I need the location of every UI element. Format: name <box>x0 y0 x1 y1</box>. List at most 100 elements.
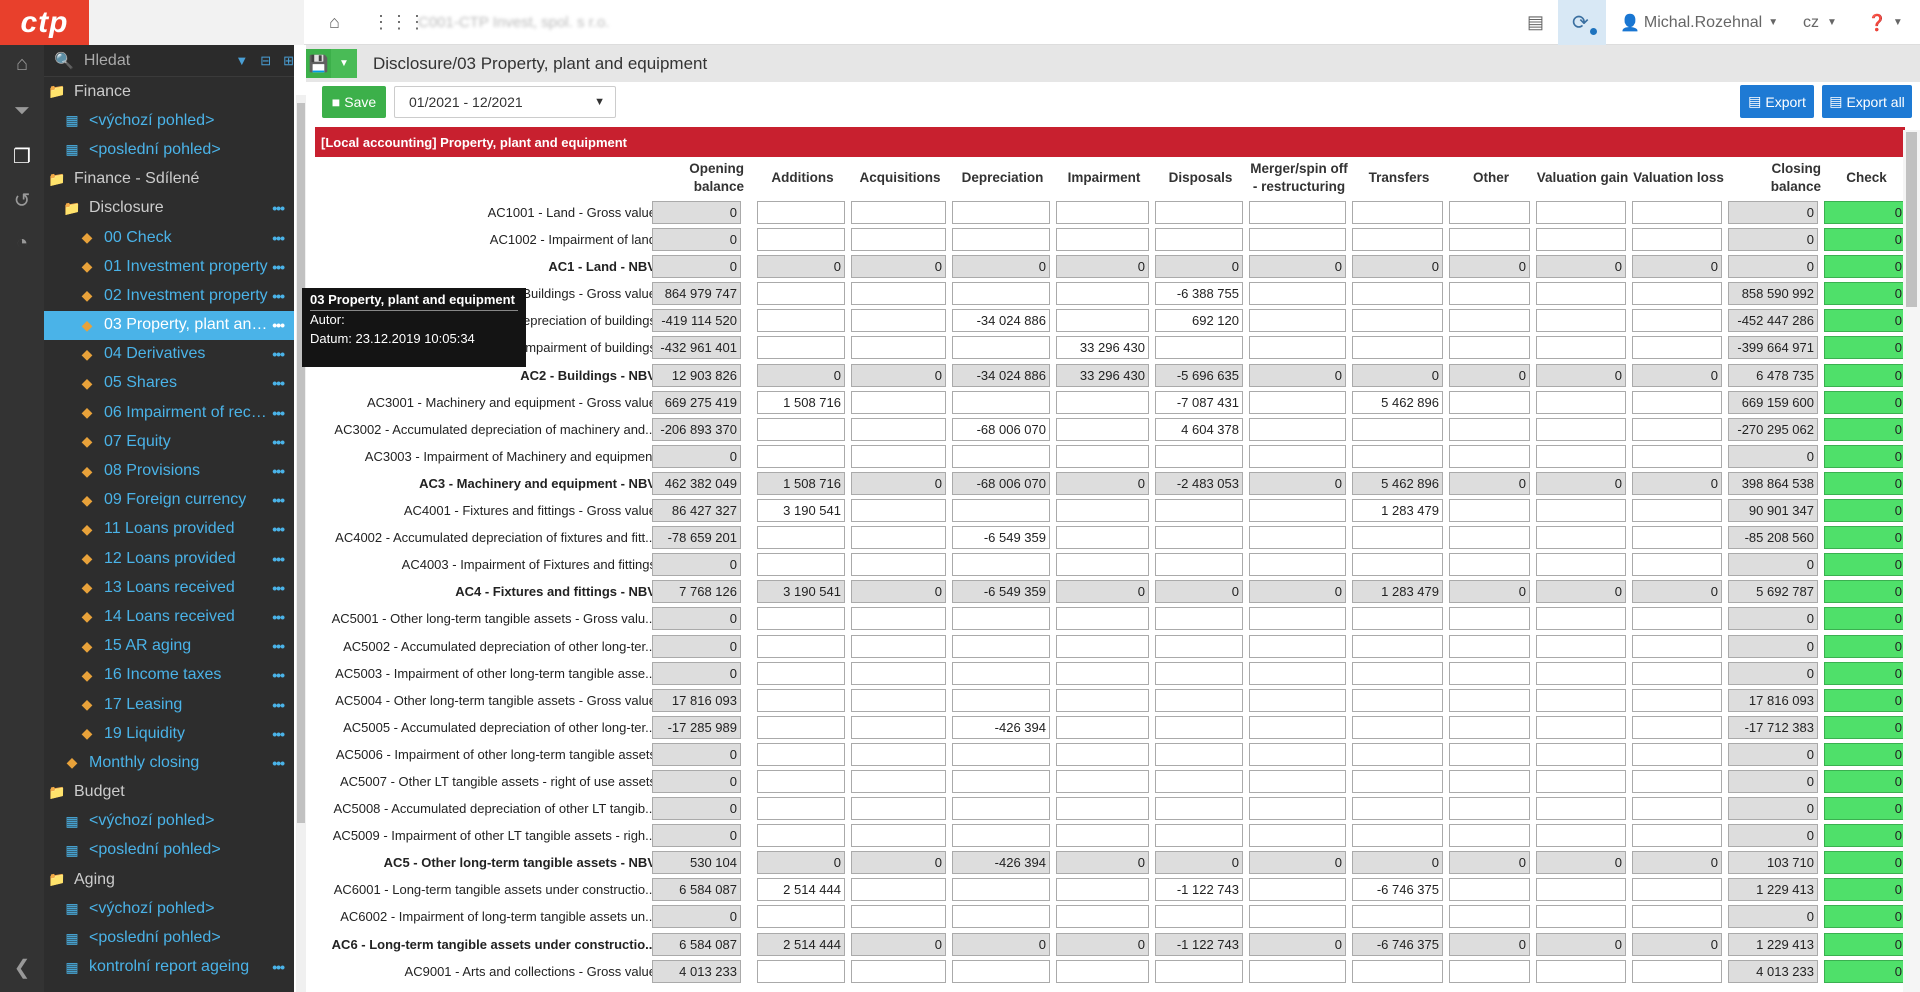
value-cell[interactable] <box>757 959 845 983</box>
value-cell[interactable] <box>1249 824 1346 848</box>
expand-all-icon[interactable]: ⊞ <box>283 53 294 69</box>
more-options-icon[interactable]: ••• <box>272 434 285 450</box>
more-options-icon[interactable]: ••• <box>272 463 285 479</box>
value-cell[interactable] <box>1249 417 1346 441</box>
value-cell[interactable]: 0 <box>851 932 946 956</box>
value-cell[interactable] <box>1352 769 1443 793</box>
more-options-icon[interactable]: ••• <box>272 726 285 742</box>
value-cell[interactable]: 0 <box>1249 471 1346 495</box>
value-cell[interactable]: 0 <box>1632 580 1722 604</box>
value-cell[interactable] <box>1536 688 1626 712</box>
check-cell[interactable]: 0 <box>1824 390 1906 414</box>
value-cell[interactable] <box>1352 309 1443 333</box>
sidebar-item[interactable]: ▦ <poslední pohled> <box>44 923 294 952</box>
value-cell[interactable]: -78 659 201 <box>652 526 741 550</box>
value-cell[interactable]: 0 <box>1249 932 1346 956</box>
value-cell[interactable]: -2 483 053 <box>1155 471 1243 495</box>
value-cell[interactable]: 0 <box>1056 580 1149 604</box>
value-cell[interactable]: 0 <box>1728 742 1818 766</box>
value-cell[interactable] <box>757 444 845 468</box>
column-header[interactable]: Valuation loss <box>1632 157 1725 199</box>
value-cell[interactable] <box>757 769 845 793</box>
value-cell[interactable] <box>757 228 845 252</box>
check-cell[interactable]: 0 <box>1824 580 1906 604</box>
value-cell[interactable]: 0 <box>1728 769 1818 793</box>
value-cell[interactable] <box>1536 526 1626 550</box>
more-options-icon[interactable]: ••• <box>272 346 285 362</box>
value-cell[interactable] <box>1249 607 1346 631</box>
value-cell[interactable] <box>1249 715 1346 739</box>
chevron-down-icon[interactable]: ▼ <box>235 53 248 68</box>
value-cell[interactable] <box>1155 634 1243 658</box>
value-cell[interactable]: -399 664 971 <box>1728 336 1818 360</box>
ctp-logo[interactable]: ctp <box>0 0 89 45</box>
value-cell[interactable] <box>1056 824 1149 848</box>
value-cell[interactable] <box>1352 824 1443 848</box>
sidebar-item[interactable]: ◆ 19 Liquidity ••• <box>44 719 294 748</box>
more-options-icon[interactable]: ••• <box>272 230 285 246</box>
more-options-icon[interactable]: ••• <box>272 259 285 275</box>
value-cell[interactable] <box>1632 661 1722 685</box>
value-cell[interactable] <box>1056 201 1149 224</box>
value-cell[interactable] <box>1449 715 1530 739</box>
value-cell[interactable] <box>1249 742 1346 766</box>
sidebar-item[interactable]: ◆ 02 Investment property ••• <box>44 281 294 310</box>
value-cell[interactable] <box>1056 499 1149 523</box>
value-cell[interactable] <box>1249 553 1346 577</box>
value-cell[interactable]: 5 692 787 <box>1728 580 1818 604</box>
value-cell[interactable]: 0 <box>652 797 741 821</box>
value-cell[interactable] <box>1632 797 1722 821</box>
value-cell[interactable] <box>1155 228 1243 252</box>
check-cell[interactable]: 0 <box>1824 851 1906 875</box>
value-cell[interactable]: 0 <box>1056 932 1149 956</box>
value-cell[interactable] <box>1352 336 1443 360</box>
value-cell[interactable] <box>952 607 1050 631</box>
value-cell[interactable] <box>1352 715 1443 739</box>
value-cell[interactable]: 0 <box>1536 851 1626 875</box>
value-cell[interactable] <box>1536 715 1626 739</box>
check-cell[interactable]: 0 <box>1824 255 1906 279</box>
value-cell[interactable]: 0 <box>1249 255 1346 279</box>
value-cell[interactable] <box>757 309 845 333</box>
value-cell[interactable]: -206 893 370 <box>652 417 741 441</box>
check-cell[interactable]: 0 <box>1824 878 1906 902</box>
dashboard-icon[interactable]: ◔ <box>10 232 34 256</box>
value-cell[interactable] <box>1056 634 1149 658</box>
check-cell[interactable]: 0 <box>1824 661 1906 685</box>
value-cell[interactable]: 1 508 716 <box>757 471 845 495</box>
value-cell[interactable] <box>1056 715 1149 739</box>
value-cell[interactable]: 0 <box>1632 471 1722 495</box>
value-cell[interactable]: 0 <box>652 634 741 658</box>
value-cell[interactable]: 0 <box>652 769 741 793</box>
value-cell[interactable] <box>1449 228 1530 252</box>
value-cell[interactable] <box>1449 688 1530 712</box>
value-cell[interactable] <box>851 499 946 523</box>
value-cell[interactable] <box>1249 878 1346 902</box>
value-cell[interactable] <box>1352 228 1443 252</box>
value-cell[interactable]: 0 <box>1449 471 1530 495</box>
value-cell[interactable]: 858 590 992 <box>1728 282 1818 306</box>
value-cell[interactable]: 103 710 <box>1728 851 1818 875</box>
value-cell[interactable]: 3 190 541 <box>757 499 845 523</box>
value-cell[interactable] <box>952 878 1050 902</box>
sidebar-item[interactable]: ◆ 13 Loans received ••• <box>44 573 294 602</box>
value-cell[interactable]: 0 <box>1728 255 1818 279</box>
value-cell[interactable]: -426 394 <box>952 851 1050 875</box>
value-cell[interactable] <box>1536 742 1626 766</box>
value-cell[interactable] <box>1536 282 1626 306</box>
check-cell[interactable]: 0 <box>1824 797 1906 821</box>
sidebar-item[interactable]: ◆ 03 Property, plant and equipment••• <box>44 310 294 340</box>
value-cell[interactable]: -34 024 886 <box>952 363 1050 387</box>
value-cell[interactable] <box>1155 905 1243 929</box>
value-cell[interactable] <box>1155 444 1243 468</box>
more-options-icon[interactable]: ••• <box>272 551 285 567</box>
value-cell[interactable] <box>851 878 946 902</box>
value-cell[interactable]: 86 427 327 <box>652 499 741 523</box>
value-cell[interactable] <box>851 417 946 441</box>
company-selector[interactable]: C001-CTP Invest, spol. s r.o. <box>418 14 609 31</box>
sidebar-item[interactable]: 📁 Disclosure ••• <box>44 194 294 223</box>
check-cell[interactable]: 0 <box>1824 228 1906 252</box>
value-cell[interactable]: 0 <box>1536 580 1626 604</box>
value-cell[interactable] <box>1536 878 1626 902</box>
check-cell[interactable]: 0 <box>1824 471 1906 495</box>
